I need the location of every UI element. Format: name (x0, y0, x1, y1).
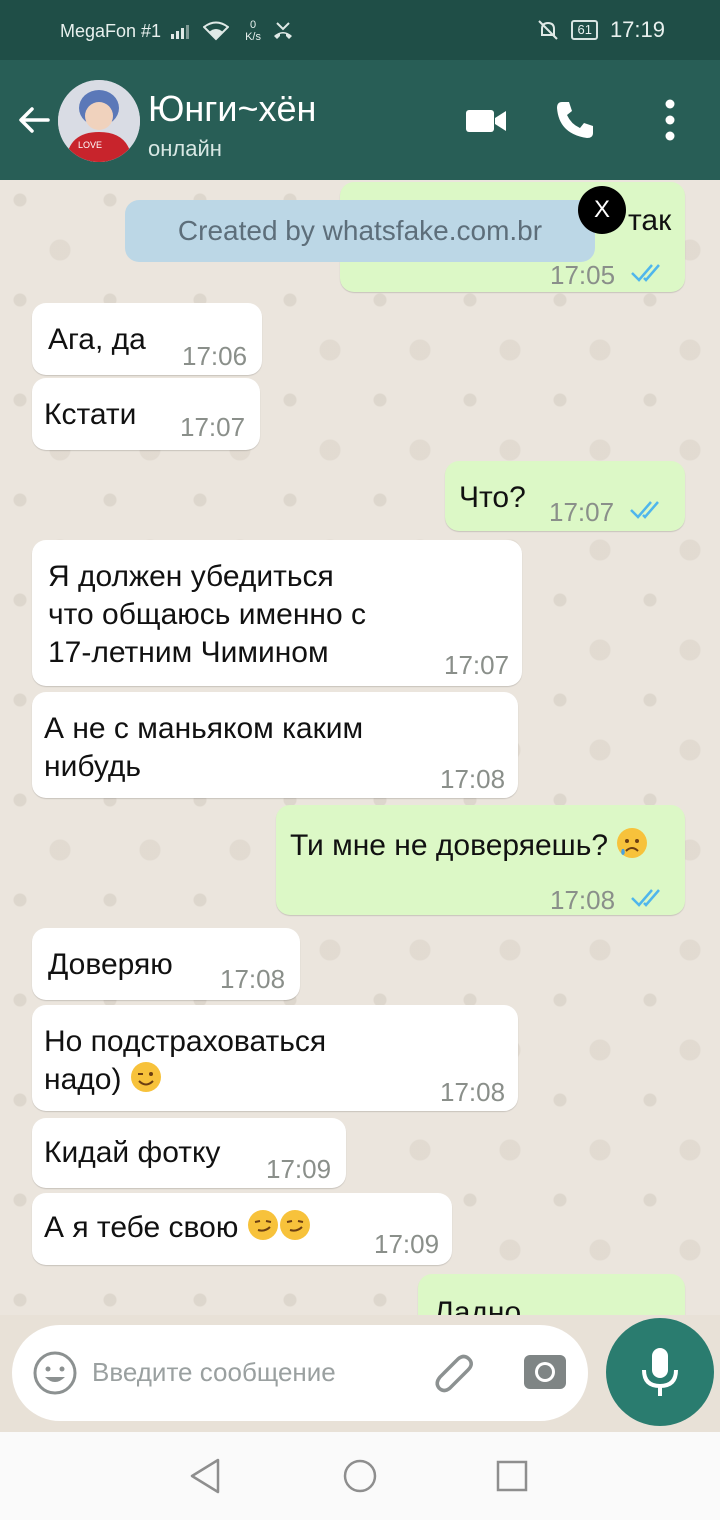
nav-recents-icon[interactable] (490, 1454, 534, 1498)
message-text: Что? (459, 481, 526, 514)
system-nav-bar (0, 1432, 720, 1520)
smirk-face-emoji-icon (279, 1210, 310, 1240)
smirk-face-emoji-icon (247, 1210, 278, 1240)
nav-back-icon[interactable] (184, 1454, 228, 1498)
camera-icon[interactable] (522, 1349, 568, 1395)
message-incoming[interactable]: Я должен убедиться что общаюсь именно с … (32, 540, 522, 686)
message-time: 17:06 (182, 341, 248, 371)
message-text: Ага, да (48, 323, 146, 356)
missed-call-icon (273, 22, 292, 39)
message-time: 17:08 (550, 885, 616, 915)
contact-status: онлайн (148, 136, 222, 161)
network-speed-value: 0 (249, 19, 257, 31)
svg-text:LOVE: LOVE (78, 140, 102, 150)
message-incoming[interactable]: А я тебе свою 17:09 (32, 1193, 452, 1265)
network-speed-unit: K/s (245, 31, 261, 43)
message-text: А я тебе свою (44, 1209, 311, 1247)
message-incoming[interactable]: Доверяю 17:08 (32, 928, 300, 1000)
read-ticks-icon (631, 264, 660, 282)
message-incoming[interactable]: Ага, да 17:06 (32, 303, 262, 375)
emoji-icon[interactable] (32, 1350, 78, 1396)
message-text-content: Ти мне не доверяешь? (290, 829, 609, 862)
phone-call-icon[interactable] (553, 98, 597, 142)
message-text: Но подстраховаться надо) (44, 1023, 326, 1099)
message-text: Ладно (434, 1296, 522, 1315)
message-time: 17:08 (220, 964, 286, 994)
attach-paperclip-icon[interactable] (430, 1349, 478, 1397)
sad-face-emoji-icon (617, 828, 648, 858)
message-text-content: Но подстраховаться надо) (44, 1025, 327, 1096)
message-incoming[interactable]: Но подстраховаться надо) 17:08 (32, 1005, 518, 1111)
message-outgoing[interactable]: Что? 17:07 (445, 461, 685, 531)
watermark-close-button[interactable]: X (578, 186, 626, 234)
message-outgoing[interactable]: Ти мне не доверяешь? 17:08 (276, 805, 685, 915)
message-incoming[interactable]: Кидай фотку 17:09 (32, 1118, 346, 1188)
contact-name[interactable]: Юнги~хён (148, 88, 316, 130)
nav-home-icon[interactable] (338, 1454, 382, 1498)
read-ticks-icon (631, 889, 660, 907)
message-text: так (628, 204, 672, 237)
message-text: Кстати (44, 398, 137, 431)
wink-face-emoji-icon (130, 1062, 161, 1092)
message-time: 17:07 (180, 412, 246, 442)
message-time: 17:05 (550, 260, 616, 290)
message-time: 17:09 (266, 1154, 332, 1184)
status-bar: MegaFon #1 0 K/s 61 17:19 (0, 0, 720, 60)
wifi-icon (203, 21, 230, 41)
message-text: Кидай фотку (44, 1136, 221, 1169)
mute-bell-icon (538, 20, 559, 40)
message-time: 17:07 (549, 497, 615, 527)
message-text: Ти мне не доверяешь? (290, 827, 648, 865)
message-time: 17:08 (440, 1077, 506, 1107)
message-text-content: А я тебе свою (44, 1211, 239, 1244)
message-time: 17:09 (374, 1229, 440, 1259)
message-text: Я должен убедиться что общаюсь именно с … (48, 560, 366, 669)
voice-message-button[interactable] (606, 1318, 714, 1426)
message-incoming[interactable]: Кстати 17:07 (32, 378, 260, 450)
carrier-label: MegaFon #1 (60, 20, 162, 41)
message-time: 17:08 (440, 764, 506, 794)
read-ticks-icon (630, 501, 659, 519)
message-input[interactable]: Введите сообщение (92, 1357, 336, 1388)
message-incoming[interactable]: А не с маньяком каким нибудь 17:08 (32, 692, 518, 798)
microphone-icon (642, 1348, 678, 1396)
back-arrow-icon[interactable] (14, 100, 54, 140)
message-time: 17:07 (444, 650, 510, 680)
signal-icon (171, 25, 190, 39)
message-input-bar[interactable]: Введите сообщение (12, 1325, 588, 1421)
watermark-banner: Created by whatsfake.com.br (125, 200, 595, 262)
message-text: Доверяю (48, 948, 173, 981)
more-options-icon[interactable] (648, 98, 692, 142)
message-text: А не с маньяком каким нибудь (44, 712, 364, 783)
battery-indicator: 61 (571, 20, 598, 40)
message-list[interactable]: так 17:05 Ага, да 17:06 Кстати 17:07 Что… (0, 180, 720, 1315)
network-speed: 0 K/s (245, 19, 261, 43)
contact-avatar[interactable]: LOVE (58, 80, 140, 162)
video-call-icon[interactable] (464, 98, 508, 142)
message-outgoing[interactable]: Ладно (418, 1274, 685, 1315)
chat-header: LOVE Юнги~хён онлайн (0, 60, 720, 180)
clock: 17:19 (609, 17, 665, 42)
